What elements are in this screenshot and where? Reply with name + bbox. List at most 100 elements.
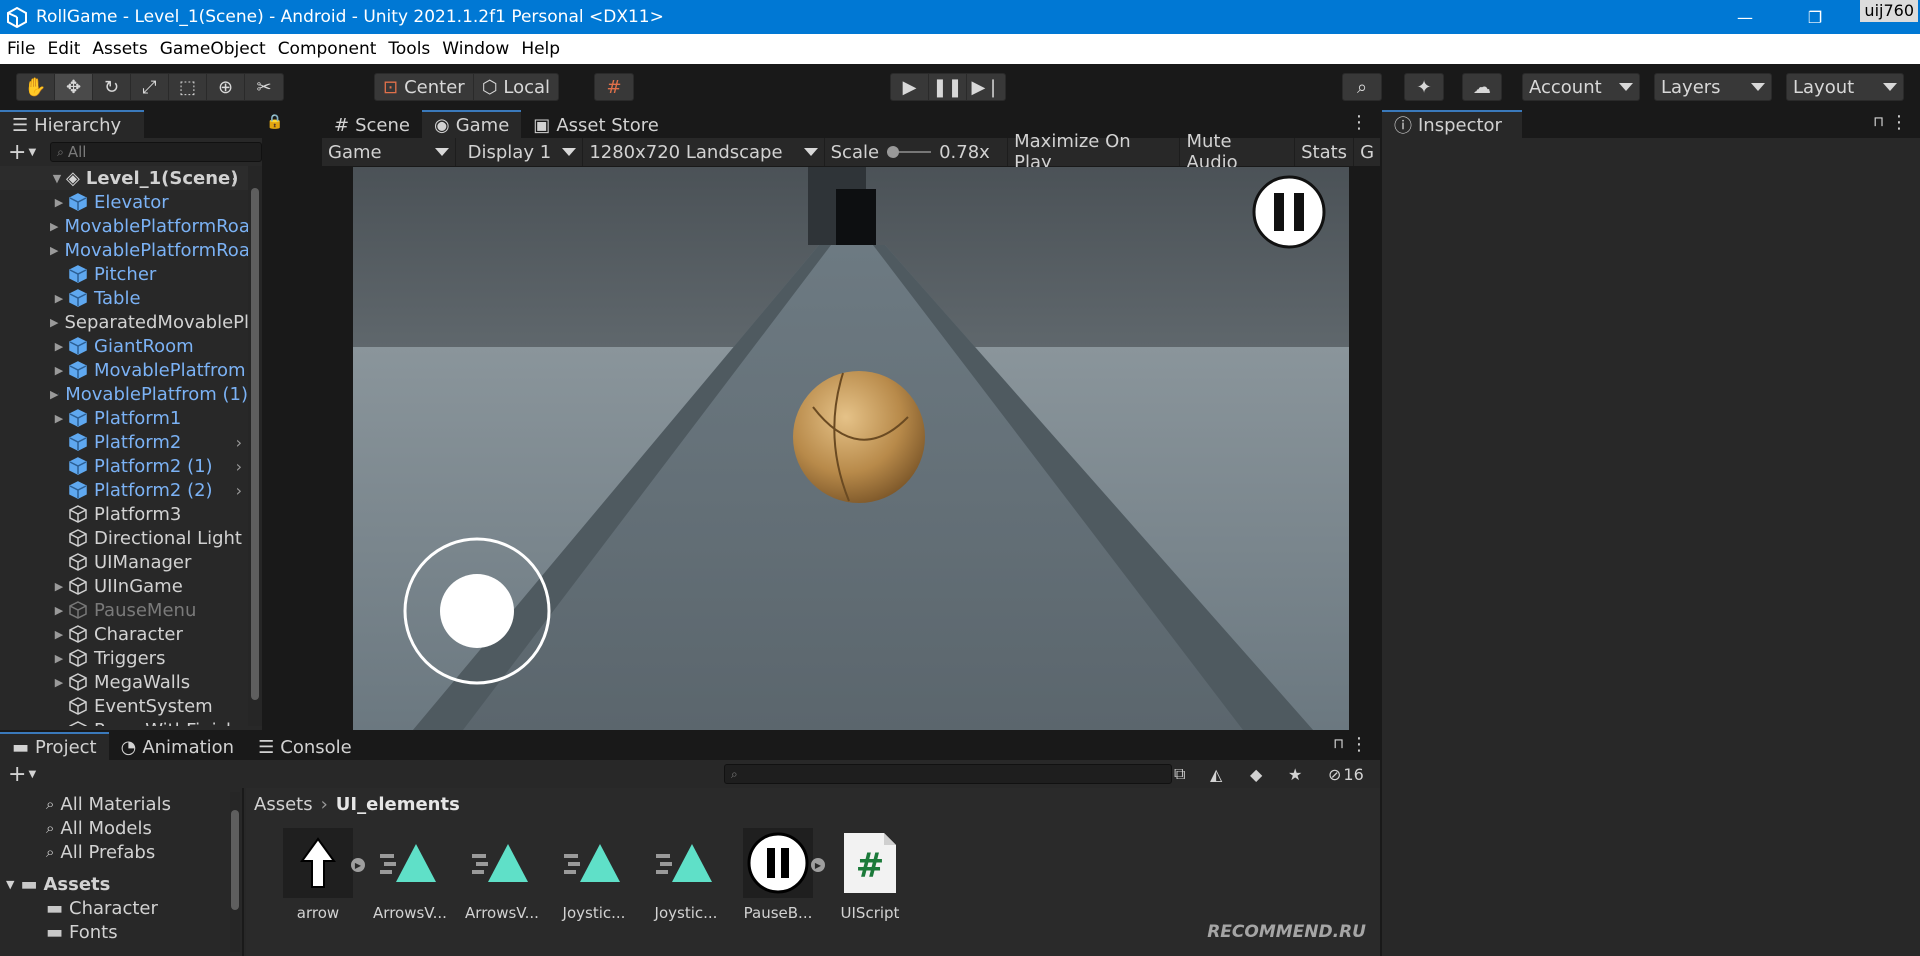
rotate-tool-icon[interactable]: ↻ — [93, 74, 131, 100]
lock-icon[interactable]: 🔒 — [266, 114, 283, 130]
project-search-input[interactable]: ⌕ — [724, 764, 1172, 784]
in-game-pause-icon[interactable] — [1252, 175, 1326, 249]
add-icon[interactable]: + — [8, 762, 26, 787]
pause-button[interactable]: ❚❚ — [929, 74, 967, 100]
tab-animation[interactable]: ◔ Animation — [108, 732, 247, 760]
expand-arrow-icon[interactable]: ▶ — [50, 724, 68, 727]
tab-scene[interactable]: # Scene — [322, 110, 422, 138]
folder-item[interactable]: ▬ Character — [0, 896, 242, 920]
hierarchy-item[interactable]: ▶ GiantRoom — [0, 334, 248, 358]
hierarchy-item[interactable]: Pitcher — [0, 262, 248, 286]
favorite-item[interactable]: ⌕ All Models — [0, 816, 242, 840]
inspector-menu-icon[interactable]: ⋮ — [1890, 112, 1908, 133]
expand-arrow-icon[interactable]: ▶ — [50, 628, 68, 641]
hierarchy-item[interactable]: ▶ MovablePlatformRoa — [0, 214, 248, 238]
tab-console[interactable]: ☰ Console — [246, 732, 364, 760]
hierarchy-item[interactable]: ▶ Elevator — [0, 190, 248, 214]
asset-item[interactable]: ▶ PauseB... — [732, 828, 825, 922]
expand-arrow-icon[interactable]: ▼ — [6, 878, 14, 891]
asset-item[interactable]: Joystic... — [548, 828, 640, 922]
hierarchy-item[interactable]: ▶ Character — [0, 622, 248, 646]
asset-item[interactable]: Joystic... — [640, 828, 732, 922]
chevron-down-icon[interactable]: ▼ — [28, 769, 36, 780]
hierarchy-item[interactable]: ▶ PauseMenu — [0, 598, 248, 622]
filter-type-icon[interactable]: ◭ — [1210, 765, 1222, 784]
hierarchy-item[interactable]: ▶ MegaWalls — [0, 670, 248, 694]
expand-arrow-icon[interactable]: ▶ — [50, 388, 58, 401]
hierarchy-item[interactable]: Platform2 › — [0, 430, 248, 454]
inspector-lock-icon[interactable]: ⊓ — [1873, 114, 1884, 130]
display-dropdown[interactable]: Display 1 — [456, 138, 584, 166]
hierarchy-item[interactable]: Platform2 (1) › — [0, 454, 248, 478]
center-menu-icon[interactable]: ⋮ — [1350, 112, 1368, 133]
scale-tool-icon[interactable]: ⤢ — [131, 74, 169, 100]
hierarchy-item[interactable]: ▶ UIInGame — [0, 574, 248, 598]
tab-game[interactable]: ◉ Game — [421, 110, 522, 138]
maximize-on-play-toggle[interactable]: Maximize On Play — [1008, 131, 1181, 173]
layers-dropdown[interactable]: Layers — [1654, 73, 1772, 101]
project-menu-icon[interactable]: ⋮ — [1350, 734, 1368, 755]
resolution-dropdown[interactable]: 1280x720 Landscape — [583, 138, 825, 166]
hand-tool-icon[interactable]: ✋ — [17, 74, 55, 100]
favorite-star-icon[interactable]: ★ — [1288, 765, 1302, 784]
rect-tool-icon[interactable]: ⬚ — [169, 74, 207, 100]
chevron-right-icon[interactable]: › — [236, 433, 242, 452]
expand-arrow-icon[interactable]: ▶ — [50, 316, 58, 329]
favorite-item[interactable]: ⌕ All Materials — [0, 792, 242, 816]
collab-icon[interactable]: ✦ — [1405, 74, 1443, 100]
game-viewport[interactable] — [353, 167, 1349, 730]
breadcrumb-root[interactable]: Assets — [254, 794, 313, 815]
breadcrumb-current[interactable]: UI_elements — [336, 794, 460, 815]
expand-arrow-icon[interactable]: ▶ — [50, 412, 68, 425]
hierarchy-item[interactable]: ▶ Triggers — [0, 646, 248, 670]
game-mode-dropdown[interactable]: Game — [322, 138, 456, 166]
transform-tool-icon[interactable]: ⊕ — [207, 74, 245, 100]
stats-toggle[interactable]: Stats — [1295, 138, 1355, 166]
expand-arrow-icon[interactable]: ▶ — [50, 652, 68, 665]
chevron-right-icon[interactable]: ▶ — [811, 858, 825, 872]
mute-audio-toggle[interactable]: Mute Audio — [1180, 131, 1296, 173]
scale-slider-handle[interactable] — [887, 146, 900, 158]
hierarchy-item[interactable]: ▶ MovablePlatformRoa — [0, 238, 248, 262]
hierarchy-item[interactable]: ▶ MovablePlatfrom — [0, 358, 248, 382]
move-tool-icon[interactable]: ✥ — [55, 74, 93, 100]
expand-arrow-icon[interactable]: ▶ — [50, 292, 68, 305]
menu-gameobject[interactable]: GameObject — [160, 39, 266, 59]
pivot-local-toggle[interactable]: ⬡ Local — [474, 74, 558, 100]
menu-tools[interactable]: Tools — [388, 39, 430, 59]
scene-row[interactable]: ▼ ◈ Level_1(Scene) ⋮ — [0, 166, 248, 190]
grid-snap-icon[interactable]: # — [595, 74, 633, 100]
tab-hierarchy[interactable]: ☰ Hierarchy — [0, 110, 144, 138]
menu-assets[interactable]: Assets — [92, 39, 147, 59]
expand-arrow-icon[interactable]: ▶ — [50, 340, 68, 353]
hierarchy-item[interactable]: ▶ Table — [0, 286, 248, 310]
scale-slider[interactable] — [887, 146, 932, 158]
hierarchy-item[interactable]: Directional Light — [0, 526, 248, 550]
add-icon[interactable]: + — [8, 140, 26, 165]
menu-window[interactable]: Window — [442, 39, 509, 59]
project-tree-scrollbar[interactable] — [230, 792, 240, 952]
custom-tool-icon[interactable]: ✂ — [245, 74, 283, 100]
expand-arrow-icon[interactable]: ▶ — [50, 364, 68, 377]
asset-item[interactable]: ArrowsV... — [364, 828, 456, 922]
gizmos-toggle[interactable]: G — [1354, 138, 1380, 166]
minimize-button[interactable]: — — [1710, 0, 1780, 34]
menu-component[interactable]: Component — [278, 39, 377, 59]
tab-asset-store[interactable]: ▣ Asset Store — [521, 110, 671, 138]
favorite-item[interactable]: ⌕ All Prefabs — [0, 840, 242, 864]
folder-item[interactable]: ▼ ▬ Assets — [0, 872, 242, 896]
expand-arrow-icon[interactable]: ▶ — [50, 580, 68, 593]
menu-file[interactable]: File — [7, 39, 35, 59]
menu-help[interactable]: Help — [521, 39, 560, 59]
step-button[interactable]: ▶❘ — [967, 74, 1005, 100]
hierarchy-item[interactable]: Platform2 (2) › — [0, 478, 248, 502]
hierarchy-item[interactable]: Platform3 — [0, 502, 248, 526]
expand-arrow-icon[interactable]: ▶ — [50, 196, 68, 209]
pivot-center-toggle[interactable]: ⊡ Center — [375, 74, 474, 100]
asset-item[interactable]: ▶ arrow — [272, 828, 365, 922]
folder-item[interactable]: ▬ Fonts — [0, 920, 242, 944]
hierarchy-search-input[interactable]: ⌕ All — [50, 142, 262, 162]
expand-arrow-icon[interactable]: ▶ — [50, 604, 68, 617]
hierarchy-scrollbar[interactable] — [248, 166, 262, 726]
play-button[interactable]: ▶ — [891, 74, 929, 100]
